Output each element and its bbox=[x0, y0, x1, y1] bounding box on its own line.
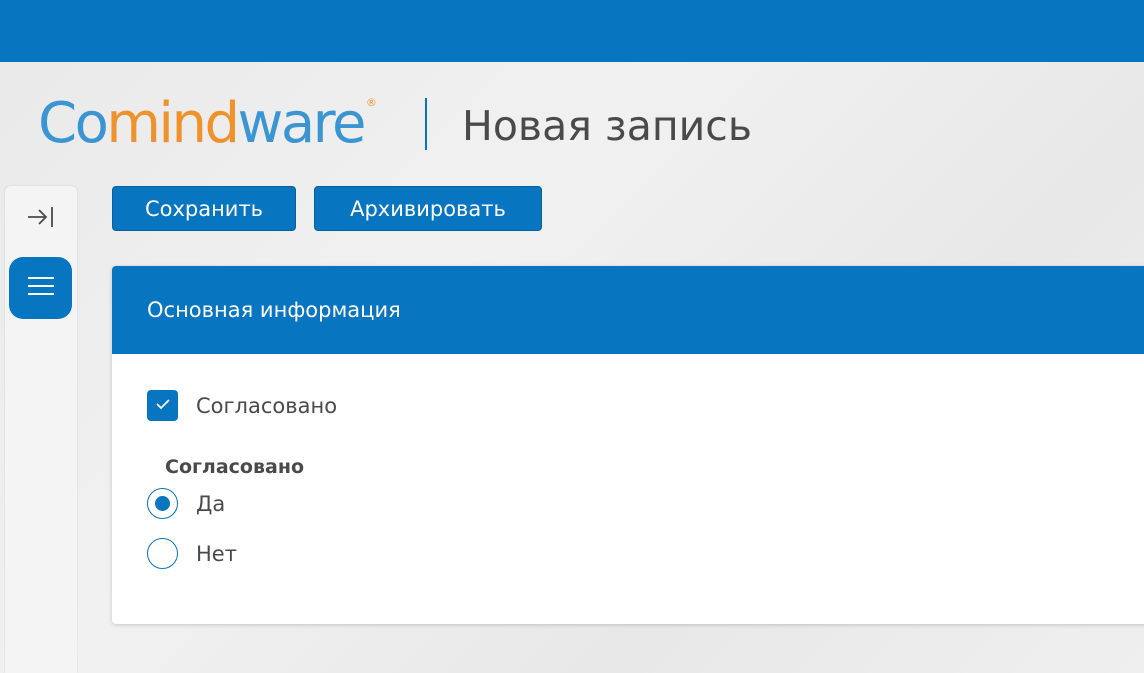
comindware-logo: Co mind ware ® bbox=[38, 92, 377, 156]
approved-radio-group-label: Согласовано bbox=[165, 456, 305, 478]
checkmark-icon bbox=[154, 396, 172, 415]
side-rail bbox=[5, 186, 77, 673]
section-title: Основная информация bbox=[147, 298, 401, 322]
radio-yes[interactable] bbox=[147, 488, 178, 519]
menu-button[interactable] bbox=[9, 257, 72, 319]
section-header: Основная информация bbox=[112, 266, 1144, 354]
expand-panel-icon bbox=[26, 205, 56, 233]
radio-option-yes[interactable]: Да bbox=[147, 488, 225, 519]
radio-yes-label: Да bbox=[196, 491, 226, 516]
save-button[interactable]: Сохранить bbox=[112, 186, 296, 231]
radio-option-no[interactable]: Нет bbox=[147, 538, 237, 569]
top-bar bbox=[0, 0, 1144, 62]
approved-checkbox[interactable] bbox=[147, 390, 178, 421]
logo-text-part2: mind bbox=[106, 91, 240, 156]
title-separator bbox=[425, 98, 427, 150]
archive-button[interactable]: Архивировать bbox=[314, 186, 542, 231]
logo-text-part3: ware bbox=[237, 91, 367, 156]
radio-no[interactable] bbox=[147, 538, 178, 569]
registered-mark: ® bbox=[365, 96, 377, 109]
radio-selected-dot bbox=[155, 496, 170, 511]
approved-checkbox-label: Согласовано bbox=[196, 393, 338, 418]
form-card: Основная информация Согласовано Согласов… bbox=[112, 266, 1144, 624]
approved-checkbox-row[interactable]: Согласовано bbox=[147, 390, 337, 421]
expand-panel-button[interactable] bbox=[9, 188, 72, 250]
page-title: Новая запись bbox=[462, 102, 752, 150]
logo-text-part1: Co bbox=[38, 91, 109, 156]
radio-no-label: Нет bbox=[196, 541, 237, 566]
menu-icon bbox=[26, 275, 56, 301]
